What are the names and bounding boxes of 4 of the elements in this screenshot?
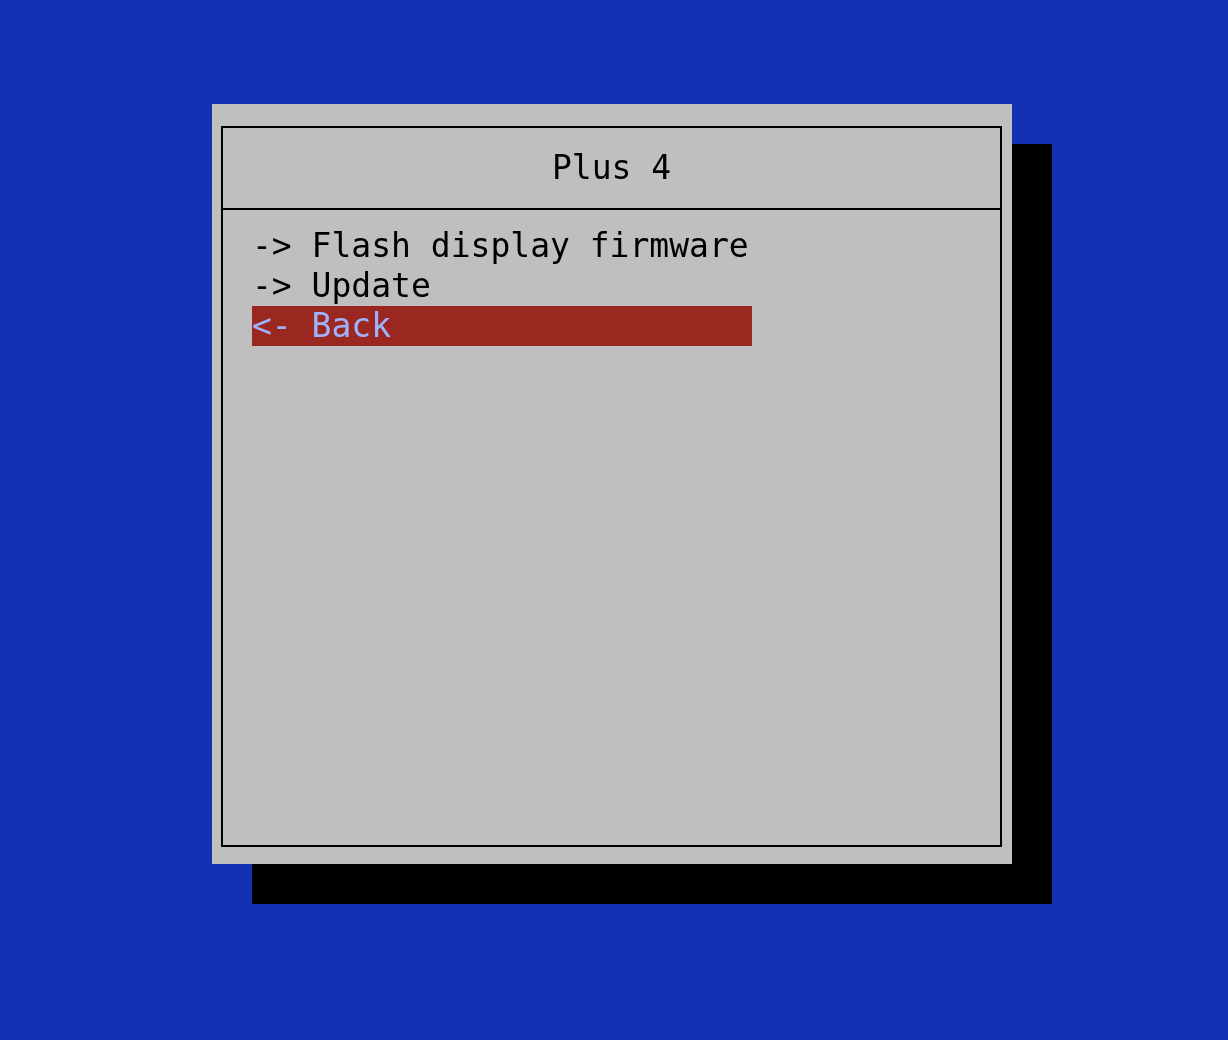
dialog-title: Plus 4 xyxy=(223,128,1000,210)
menu-item[interactable]: -> Flash display firmware xyxy=(252,226,752,266)
menu-item[interactable]: -> Update xyxy=(252,266,752,306)
menu-item[interactable]: <- Back xyxy=(252,306,752,346)
